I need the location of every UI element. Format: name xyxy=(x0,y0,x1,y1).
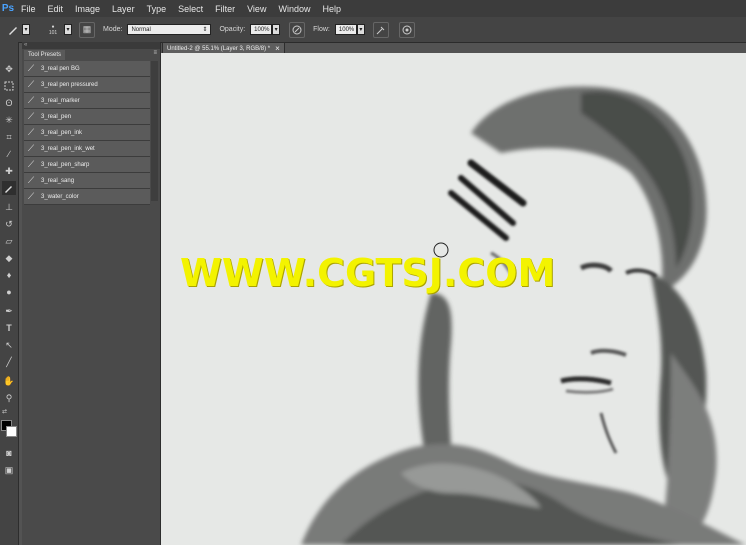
swap-colors-icon[interactable]: ⇄ xyxy=(2,408,7,415)
paint-bucket-tool-icon[interactable]: ◆ xyxy=(2,251,16,265)
eyedropper-tool-icon[interactable]: ∕ xyxy=(2,147,16,161)
list-item[interactable]: ⟋ 3_real_pen_sharp xyxy=(24,157,150,173)
brush-preset-icon: ⟋ xyxy=(27,79,35,89)
brush-preset-icon: ⟋ xyxy=(27,191,35,201)
flow-label: Flow: xyxy=(313,26,330,33)
menu-window[interactable]: Window xyxy=(272,4,316,14)
mode-select[interactable]: Normal ⇕ xyxy=(127,24,212,35)
double-chevron-left-icon[interactable]: « xyxy=(24,42,27,48)
brush-tool-icon[interactable] xyxy=(2,181,16,195)
clone-stamp-tool-icon[interactable]: ⊥ xyxy=(2,200,16,214)
preset-scrollbar[interactable] xyxy=(151,61,158,201)
move-tool-icon[interactable]: ✥ xyxy=(2,62,16,76)
close-icon[interactable]: × xyxy=(275,44,280,53)
menu-layer[interactable]: Layer xyxy=(106,4,141,14)
panel-collapse-bar[interactable]: « xyxy=(22,42,160,49)
options-bar: ▾ ● 101 ▾ ▦ Mode: Normal ⇕ Opacity: 100%… xyxy=(0,17,746,43)
tool-preset-dropdown[interactable]: ▾ xyxy=(22,24,30,35)
brush-size-dropdown[interactable]: ▾ xyxy=(64,24,72,35)
brush-preset-icon: ⟋ xyxy=(27,143,35,153)
menu-bar: Ps File Edit Image Layer Type Select Fil… xyxy=(0,0,746,17)
brush-preset-icon: ⟋ xyxy=(27,95,35,105)
brush-preset-icon: ⟋ xyxy=(27,159,35,169)
list-item[interactable]: ⟋ 3_real pen BG xyxy=(24,61,150,77)
menu-select[interactable]: Select xyxy=(172,4,209,14)
brush-tool-icon[interactable] xyxy=(6,23,20,37)
mode-value: Normal xyxy=(131,26,151,33)
list-item[interactable]: ⟋ 3_real_pen xyxy=(24,109,150,125)
document-title: Untitled-2 @ 55.1% (Layer 3, RGB/8) * xyxy=(167,45,271,52)
mode-label: Mode: xyxy=(103,26,123,33)
brush-size-value: 101 xyxy=(48,29,58,36)
menu-filter[interactable]: Filter xyxy=(209,4,241,14)
opacity-value: 100% xyxy=(254,26,270,33)
brush-panel-icon[interactable]: ▦ xyxy=(79,21,95,38)
zoom-tool-icon[interactable]: ⚲ xyxy=(2,391,16,405)
painting-artwork xyxy=(301,86,746,545)
flow-value: 100% xyxy=(338,26,355,33)
opacity-label: Opacity: xyxy=(219,26,246,33)
lasso-tool-icon[interactable]: ʘ xyxy=(2,96,16,110)
chevron-updown-icon: ⇕ xyxy=(202,27,208,33)
background-color-swatch[interactable] xyxy=(6,426,17,437)
flow-dropdown[interactable]: ▾ xyxy=(356,24,365,35)
eraser-tool-icon[interactable]: ▱ xyxy=(2,234,16,248)
pen-tool-icon[interactable]: ✒ xyxy=(2,304,16,318)
path-select-tool-icon[interactable]: ↖ xyxy=(2,338,16,352)
list-item[interactable]: ⟋ 3_real pen pressured xyxy=(24,77,150,93)
blur-tool-icon[interactable]: ♦ xyxy=(2,268,16,282)
airbrush-icon[interactable] xyxy=(372,21,389,38)
menu-help[interactable]: Help xyxy=(316,4,347,14)
menu-file[interactable]: File xyxy=(15,4,42,14)
opacity-dropdown[interactable]: ▾ xyxy=(272,24,281,35)
flow-input[interactable]: 100% xyxy=(334,24,357,35)
tool-presets-panel: « Tool Presets ≡ ⟋ 3_real pen BG ⟋ 3_real … xyxy=(22,42,161,545)
list-item[interactable]: ⟋ 3_real_pen_ink xyxy=(24,125,150,141)
line-tool-icon[interactable]: ╱ xyxy=(2,355,16,369)
panel-menu-icon[interactable]: ≡ xyxy=(153,50,157,56)
dodge-tool-icon[interactable]: ● xyxy=(2,285,16,299)
brush-preset-icon: ⟋ xyxy=(27,127,35,137)
menu-image[interactable]: Image xyxy=(69,4,106,14)
brush-preset-icon: ⟋ xyxy=(27,63,35,73)
hand-tool-icon[interactable]: ✋ xyxy=(2,374,16,388)
tab-tool-presets[interactable]: Tool Presets xyxy=(24,50,66,60)
pressure-size-icon[interactable] xyxy=(398,21,415,38)
menu-edit[interactable]: Edit xyxy=(42,4,70,14)
quick-select-tool-icon[interactable]: ✳ xyxy=(2,113,16,127)
menu-view[interactable]: View xyxy=(241,4,272,14)
tools-panel: ✥ ʘ ✳ ⌗ ∕ ✚ ⊥ ↺ ▱ ◆ ♦ ● ✒ T ↖ ╱ ✋ ⚲ ⇄ ◙ … xyxy=(0,42,19,545)
healing-brush-tool-icon[interactable]: ✚ xyxy=(2,164,16,178)
photoshop-logo: Ps xyxy=(1,3,15,14)
brush-preset-icon: ⟋ xyxy=(27,175,35,185)
canvas[interactable]: WWW.CGTSJ.COM xyxy=(161,53,746,545)
menu-type[interactable]: Type xyxy=(141,4,173,14)
marquee-tool-icon[interactable] xyxy=(2,79,16,93)
brush-preset-icon: ⟋ xyxy=(27,111,35,121)
crop-tool-icon[interactable]: ⌗ xyxy=(2,130,16,144)
watermark-text: WWW.CGTSJ.COM xyxy=(180,251,556,295)
opacity-input[interactable]: 100% xyxy=(250,24,273,35)
preset-list: ⟋ 3_real pen BG ⟋ 3_real pen pressured ⟋ 3_… xyxy=(24,61,150,205)
list-item[interactable]: ⟋ 3_real_sang xyxy=(24,173,150,189)
list-item[interactable]: ⟋ 3_real_pen_ink_wet xyxy=(24,141,150,157)
history-brush-tool-icon[interactable]: ↺ xyxy=(2,217,16,231)
quick-mask-icon[interactable]: ◙ xyxy=(2,446,16,460)
screen-mode-icon[interactable]: ▣ xyxy=(2,463,16,477)
list-item[interactable]: ⟋ 3_real_marker xyxy=(24,93,150,109)
list-item[interactable]: ⟋ 3_water_color xyxy=(24,189,150,205)
pressure-opacity-icon[interactable] xyxy=(289,21,306,38)
brush-size-picker[interactable]: ● 101 xyxy=(44,24,62,36)
type-tool-icon[interactable]: T xyxy=(2,321,16,335)
